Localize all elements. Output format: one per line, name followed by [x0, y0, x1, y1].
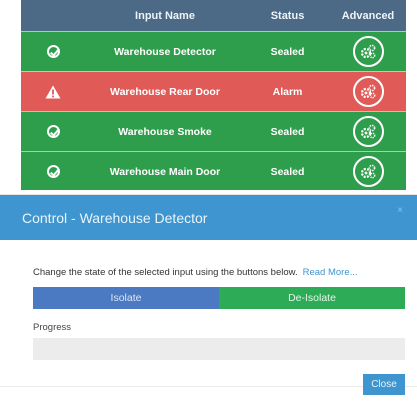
input-name: Warehouse Detector [114, 45, 216, 58]
table-row[interactable]: Warehouse Detector Sealed [21, 31, 406, 71]
input-status: Sealed [270, 45, 305, 58]
advanced-settings-button[interactable] [352, 116, 384, 147]
input-status: Sealed [270, 125, 305, 138]
gears-icon [360, 84, 376, 98]
progress-bar [33, 338, 405, 360]
dialog-header: Control - Warehouse Detector × [0, 195, 417, 240]
read-more-link[interactable]: Read More... [303, 267, 358, 278]
dialog-title: Control - Warehouse Detector [22, 209, 208, 226]
table-row[interactable]: Warehouse Main Door Sealed [21, 151, 406, 190]
isolate-button[interactable]: Isolate [33, 287, 219, 309]
table-row[interactable]: Warehouse Rear Door Alarm [21, 71, 406, 111]
input-status: Sealed [270, 165, 305, 178]
table-header: Input Name Status Advanced [21, 0, 406, 31]
control-dialog: Control - Warehouse Detector × Change th… [0, 195, 417, 418]
input-status: Alarm [272, 85, 303, 98]
deisolate-button[interactable]: De-Isolate [219, 287, 405, 309]
close-button[interactable]: Close [363, 374, 405, 395]
table-row[interactable]: Warehouse Smoke Sealed [21, 111, 406, 151]
warning-triangle-icon [45, 85, 61, 98]
state-buttons: Isolate De-Isolate [33, 287, 405, 309]
check-circle-icon [46, 125, 60, 138]
advanced-settings-button[interactable] [352, 36, 384, 67]
gears-icon [360, 124, 376, 138]
description-text: Change the state of the selected input u… [33, 267, 298, 278]
dialog-description: Change the state of the selected input u… [33, 267, 358, 278]
check-circle-icon [46, 45, 60, 58]
input-name: Warehouse Smoke [118, 125, 212, 138]
gears-icon [360, 44, 376, 58]
input-name: Warehouse Main Door [109, 165, 221, 178]
header-advanced: Advanced [341, 9, 395, 22]
header-input-name: Input Name [135, 9, 195, 22]
input-name: Warehouse Rear Door [110, 85, 220, 98]
header-status: Status [270, 9, 305, 22]
inputs-table: Input Name Status Advanced Warehouse Det… [21, 0, 406, 190]
check-circle-icon [46, 165, 60, 178]
gears-icon [360, 164, 376, 178]
advanced-settings-button[interactable] [352, 76, 384, 107]
progress-label: Progress [33, 322, 72, 333]
close-icon[interactable]: × [397, 205, 403, 216]
advanced-settings-button[interactable] [352, 156, 384, 187]
footer-divider [0, 386, 417, 387]
